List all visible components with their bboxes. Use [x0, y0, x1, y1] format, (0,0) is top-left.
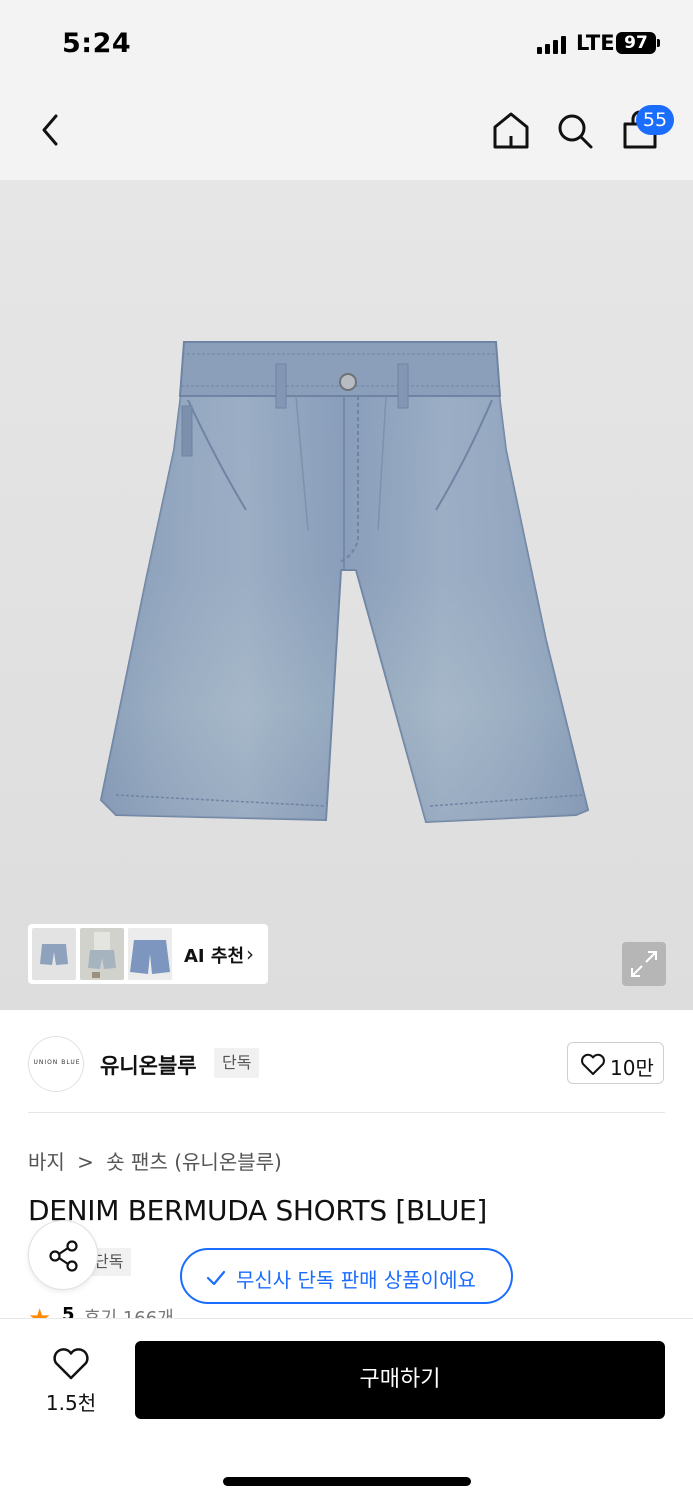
breadcrumb-subcategory[interactable]: 숏 팬츠 (유니온블루) — [106, 1150, 282, 1174]
heart-icon — [581, 1053, 605, 1075]
heart-icon — [53, 1348, 89, 1380]
status-time: 5:24 — [62, 28, 132, 59]
seller-row: UNION BLUE 유니온블루 단독 10만 — [0, 1010, 693, 1114]
status-bar: 5:24 LTE 97 — [0, 0, 693, 88]
share-icon — [49, 1240, 78, 1272]
review-count: 후기 166개 — [84, 1304, 174, 1318]
product-like-count: 1.5천 — [45, 1391, 97, 1415]
breadcrumb-separator: > — [77, 1150, 94, 1174]
bottom-action-bar: 1.5천 구매하기 — [0, 1318, 693, 1500]
expand-button[interactable] — [622, 942, 666, 986]
star-icon: ★ — [28, 1304, 51, 1318]
search-icon[interactable] — [556, 112, 594, 150]
breadcrumb-category[interactable]: 바지 — [28, 1150, 65, 1174]
ai-recommend-label[interactable]: AI 추천 — [184, 942, 244, 968]
denim-shorts-image — [99, 341, 590, 824]
chevron-right-icon[interactable]: › — [246, 942, 254, 966]
seller-name[interactable]: 유니온블루 — [100, 1050, 197, 1080]
thumbnail-1[interactable] — [32, 928, 76, 980]
battery-tip — [657, 39, 660, 47]
cart-count-badge: 55 — [636, 105, 674, 135]
buy-button[interactable]: 구매하기 — [135, 1341, 665, 1419]
rating-score: 5 — [62, 1304, 75, 1318]
home-indicator — [223, 1477, 471, 1486]
network-type: LTE — [576, 31, 615, 55]
thumbnail-strip[interactable]: AI 추천 › — [28, 924, 268, 984]
home-icon[interactable] — [491, 110, 531, 150]
chevron-left-icon[interactable] — [36, 112, 66, 148]
thumbnail-2[interactable] — [80, 928, 124, 980]
brand-like-count: 10만 — [610, 1056, 654, 1080]
divider — [28, 1112, 665, 1113]
share-button[interactable] — [28, 1220, 98, 1290]
check-icon — [206, 1270, 226, 1286]
breadcrumb: 바지 > 숏 팬츠 (유니온블루) — [28, 1146, 288, 1175]
seller-exclusive-badge: 단독 — [214, 1048, 260, 1078]
signal-icon — [537, 36, 569, 54]
thumbnail-3[interactable] — [128, 928, 172, 980]
seller-logo[interactable]: UNION BLUE — [28, 1036, 84, 1092]
product-image[interactable]: AI 추천 › — [0, 180, 693, 1010]
exclusive-notice-pill: 무신사 단독 판매 상품이에요 — [180, 1248, 513, 1304]
rating-row[interactable]: ★ 5 후기 166개 — [28, 1302, 328, 1318]
exclusive-notice-text: 무신사 단독 판매 상품이에요 — [236, 1268, 476, 1292]
product-like-button[interactable]: 1.5천 — [40, 1345, 102, 1415]
expand-icon — [631, 951, 657, 977]
battery-icon: 97 — [616, 32, 656, 54]
brand-like-button[interactable]: 10만 — [567, 1042, 664, 1084]
product-title: DENIM BERMUDA SHORTS [BLUE] — [28, 1194, 488, 1227]
